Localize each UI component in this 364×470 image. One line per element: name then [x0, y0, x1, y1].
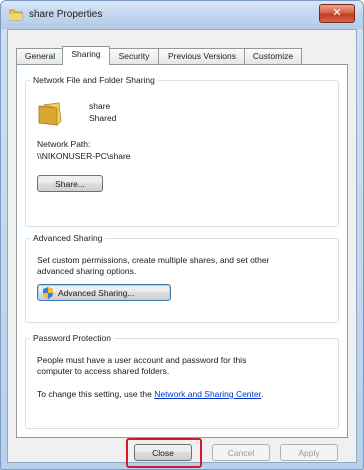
network-sharing-label: Network File and Folder Sharing: [33, 75, 155, 85]
tab-previous-versions[interactable]: Previous Versions: [158, 48, 246, 64]
tab-customize[interactable]: Customize: [244, 48, 302, 64]
uac-shield-icon: [43, 287, 53, 299]
advanced-sharing-button-label: Advanced Sharing...: [58, 288, 135, 298]
shared-folder-icon: [38, 102, 62, 126]
properties-dialog: share Properties ✕ General Sharing Secur…: [0, 0, 364, 470]
change-setting-text: To change this setting, use the Network …: [37, 389, 264, 399]
tab-security[interactable]: Security: [108, 48, 160, 64]
network-sharing-center-link[interactable]: Network and Sharing Center: [154, 389, 261, 399]
close-icon: ✕: [332, 7, 342, 19]
title-bar[interactable]: share Properties ✕: [1, 1, 363, 29]
window-title: share Properties: [29, 9, 103, 20]
close-window-button[interactable]: ✕: [319, 4, 355, 23]
share-button[interactable]: Share...: [37, 175, 103, 192]
password-protection-label: Password Protection: [33, 333, 111, 343]
folder-icon: [9, 9, 23, 21]
close-button-highlight: [126, 438, 202, 468]
advanced-sharing-group: Advanced Sharing: [25, 233, 339, 323]
dialog-body: General Sharing Security Previous Versio…: [7, 29, 357, 468]
folder-name: share: [89, 101, 111, 111]
folder-status: Shared: [89, 113, 117, 123]
advanced-sharing-label: Advanced Sharing: [33, 233, 103, 243]
network-path-value: \\NIKONUSER-PC\share: [37, 151, 131, 161]
password-protection-group: Password Protection: [25, 333, 339, 429]
password-description-line2: computer to access shared folders.: [37, 366, 170, 376]
sharing-panel: Network File and Folder Sharing share Sh…: [16, 64, 348, 438]
password-description-line1: People must have a user account and pass…: [37, 355, 247, 365]
cancel-button[interactable]: Cancel: [212, 444, 270, 461]
apply-button[interactable]: Apply: [280, 444, 338, 461]
advanced-description-line1: Set custom permissions, create multiple …: [37, 255, 270, 265]
advanced-description-line2: advanced sharing options.: [37, 266, 137, 276]
network-path-label: Network Path:: [37, 139, 91, 149]
advanced-sharing-button[interactable]: Advanced Sharing...: [37, 284, 171, 301]
tab-general[interactable]: General: [16, 48, 64, 64]
tab-sharing[interactable]: Sharing: [62, 46, 110, 65]
